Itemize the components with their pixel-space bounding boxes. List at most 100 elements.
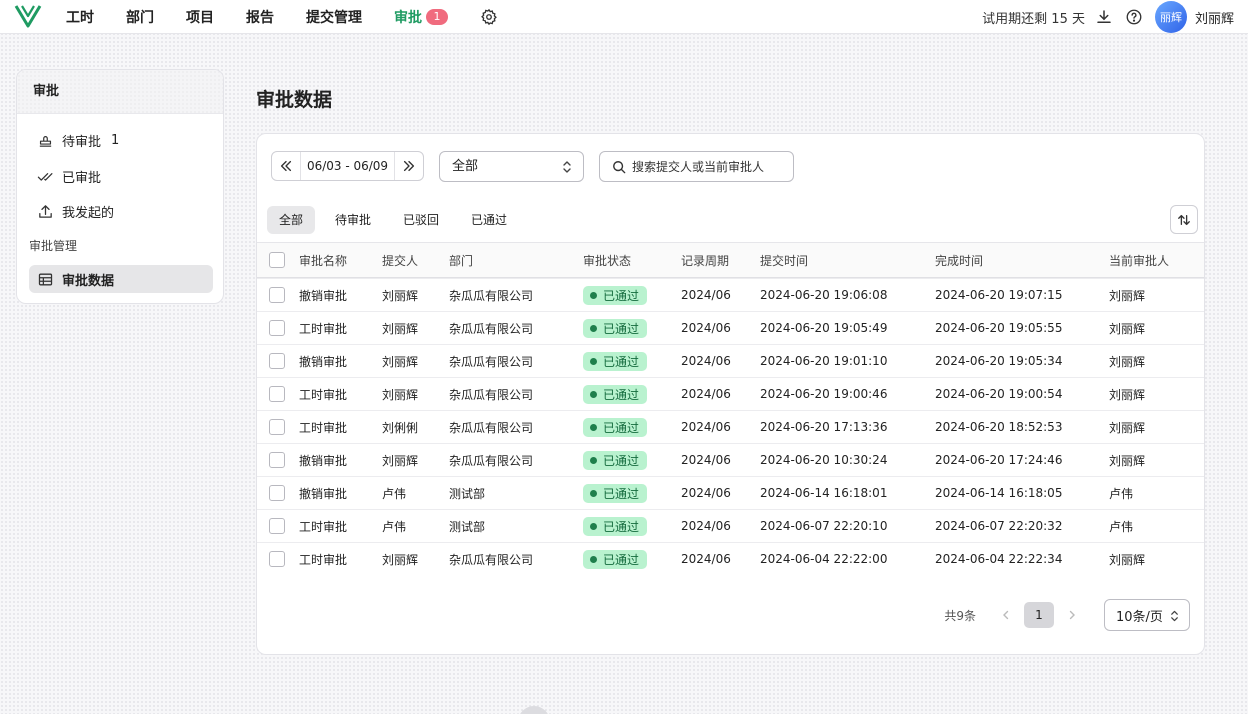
status-dot-icon xyxy=(590,390,597,398)
row-checkbox[interactable] xyxy=(269,287,285,303)
search-input[interactable] xyxy=(632,159,792,174)
status-cell: 已通过 xyxy=(583,378,648,410)
status-cell: 已通过 xyxy=(583,345,648,377)
help-icon[interactable] xyxy=(1125,8,1143,26)
status-badge: 已通过 xyxy=(583,483,648,503)
status-cell: 已通过 xyxy=(583,477,648,509)
tab-rejected[interactable]: 已驳回 xyxy=(391,206,451,234)
status-cell: 已通过 xyxy=(583,543,648,575)
status-dot-icon xyxy=(590,489,597,497)
stamp-icon xyxy=(39,135,52,147)
column-header-submit-time: 提交时间 xyxy=(760,253,809,268)
status-text: 已通过 xyxy=(603,552,640,567)
sort-button[interactable] xyxy=(1170,205,1198,234)
next-week-button[interactable] xyxy=(395,152,423,180)
tab-all[interactable]: 全部 xyxy=(267,206,316,234)
row-checkbox[interactable] xyxy=(269,353,285,369)
row-checkbox[interactable] xyxy=(269,452,285,468)
period-cell: 2024/06 xyxy=(681,420,731,434)
tab-approved[interactable]: 已通过 xyxy=(459,206,519,234)
period-cell: 2024/06 xyxy=(681,288,731,302)
date-range-picker: 06/03 - 06/09 xyxy=(271,151,424,181)
sidebar-item-label: 已审批 xyxy=(62,170,102,186)
row-checkbox[interactable] xyxy=(269,386,285,402)
gear-icon[interactable] xyxy=(480,8,498,26)
sort-arrows-icon xyxy=(1178,214,1190,225)
status-text: 已通过 xyxy=(603,321,640,336)
table-row[interactable]: 工时审批 卢伟 测试部 已通过 2024/06 2024-06-07 22:20:10 20… xyxy=(257,509,1204,542)
department-cell: 杂瓜瓜有限公司 xyxy=(449,552,534,567)
row-checkbox[interactable] xyxy=(269,485,285,501)
select-all-checkbox[interactable] xyxy=(269,252,285,268)
submitter-cell: 刘丽辉 xyxy=(382,288,419,303)
department-cell: 杂瓜瓜有限公司 xyxy=(449,453,534,468)
submitter-cell: 刘丽辉 xyxy=(382,321,419,336)
submit-time-cell: 2024-06-14 16:18:01 xyxy=(760,486,888,500)
prev-week-button[interactable] xyxy=(272,152,300,180)
status-cell: 已通过 xyxy=(583,444,648,476)
nav-item-approval[interactable]: 审批 1 xyxy=(394,7,448,27)
upload-icon xyxy=(39,204,52,218)
date-range-text[interactable]: 06/03 - 06/09 xyxy=(300,152,395,180)
total-count: 共9条 xyxy=(944,608,976,623)
chevron-up-down-icon xyxy=(1171,610,1178,622)
nav-item-submissions[interactable]: 提交管理 xyxy=(306,7,362,27)
status-dot-icon xyxy=(590,423,597,431)
finish-time-cell: 2024-06-20 18:52:53 xyxy=(935,420,1063,434)
row-checkbox-cell xyxy=(269,411,285,443)
period-cell: 2024/06 xyxy=(681,486,731,500)
page-number-current[interactable]: 1 xyxy=(1024,602,1054,628)
next-page-button[interactable] xyxy=(1062,605,1082,625)
submit-time-cell: 2024-06-04 22:22:00 xyxy=(760,552,888,566)
table-row[interactable]: 撤销审批 刘丽辉 杂瓜瓜有限公司 已通过 2024/06 2024-06-20 10:30… xyxy=(257,443,1204,476)
page-size-select[interactable]: 10条/页 xyxy=(1104,599,1190,631)
current-approver-cell: 刘丽辉 xyxy=(1109,420,1146,435)
row-checkbox[interactable] xyxy=(269,551,285,567)
row-checkbox[interactable] xyxy=(269,320,285,336)
table-row[interactable]: 工时审批 刘丽辉 杂瓜瓜有限公司 已通过 2024/06 2024-06-20 19:05… xyxy=(257,311,1204,344)
row-checkbox[interactable] xyxy=(269,518,285,534)
header-checkbox-cell xyxy=(269,243,285,277)
avatar[interactable]: 丽辉 xyxy=(1154,1,1187,33)
nav-right: 试用期还剩 15 天 丽辉 刘丽辉 xyxy=(982,0,1248,34)
page-title: 审批数据 xyxy=(256,89,333,111)
nav-item-projects[interactable]: 项目 xyxy=(186,7,214,27)
submitter-cell: 刘俐俐 xyxy=(382,420,419,435)
sidebar-item-initiated[interactable]: 我发起的 xyxy=(29,197,213,225)
table-row[interactable]: 工时审批 刘俐俐 杂瓜瓜有限公司 已通过 2024/06 2024-06-20 17:13… xyxy=(257,410,1204,443)
department-select[interactable]: 全部 xyxy=(439,151,584,182)
status-badge: 已通过 xyxy=(583,384,648,404)
download-icon[interactable] xyxy=(1095,8,1113,26)
table-row[interactable]: 工时审批 刘丽辉 杂瓜瓜有限公司 已通过 2024/06 2024-06-20 19:00… xyxy=(257,377,1204,410)
sidebar-group-label: 审批管理 xyxy=(29,239,78,253)
logo-icon[interactable] xyxy=(14,3,42,29)
floating-action-button[interactable] xyxy=(518,706,550,714)
nav-item-departments[interactable]: 部门 xyxy=(126,7,154,27)
status-dot-icon xyxy=(590,324,597,332)
row-checkbox[interactable] xyxy=(269,419,285,435)
row-checkbox-cell xyxy=(269,345,285,377)
search-box xyxy=(599,151,794,182)
nav-item-hours[interactable]: 工时 xyxy=(66,7,94,27)
table-row[interactable]: 撤销审批 卢伟 测试部 已通过 2024/06 2024-06-14 16:18:01 20… xyxy=(257,476,1204,509)
current-approver-cell: 刘丽辉 xyxy=(1109,288,1146,303)
table-row[interactable]: 撤销审批 刘丽辉 杂瓜瓜有限公司 已通过 2024/06 2024-06-20 19:01… xyxy=(257,344,1204,377)
sidebar-item-approval-data[interactable]: 审批数据 xyxy=(29,265,213,293)
nav-item-reports[interactable]: 报告 xyxy=(246,7,274,27)
status-badge: 已通过 xyxy=(583,285,648,305)
prev-page-button[interactable] xyxy=(996,605,1016,625)
tab-pending[interactable]: 待审批 xyxy=(323,206,383,234)
table-row[interactable]: 工时审批 刘丽辉 杂瓜瓜有限公司 已通过 2024/06 2024-06-04 22:22… xyxy=(257,542,1204,575)
trial-remaining-text: 试用期还剩 15 天 xyxy=(982,11,1085,27)
pagination: 共9条 1 10条/页 xyxy=(944,599,1190,631)
department-cell: 杂瓜瓜有限公司 xyxy=(449,420,534,435)
sidebar-item-approved[interactable]: 已审批 xyxy=(29,162,213,190)
status-badge: 已通过 xyxy=(583,417,648,437)
column-header-finish-time: 完成时间 xyxy=(935,253,984,268)
table-row[interactable]: 撤销审批 刘丽辉 杂瓜瓜有限公司 已通过 2024/06 2024-06-20 19:06… xyxy=(257,278,1204,311)
current-approver-cell: 刘丽辉 xyxy=(1109,387,1146,402)
sidebar-item-pending[interactable]: 待审批 1 xyxy=(29,126,213,154)
submitter-cell: 刘丽辉 xyxy=(382,387,419,402)
username[interactable]: 刘丽辉 xyxy=(1195,8,1234,27)
department-cell: 测试部 xyxy=(449,519,486,534)
